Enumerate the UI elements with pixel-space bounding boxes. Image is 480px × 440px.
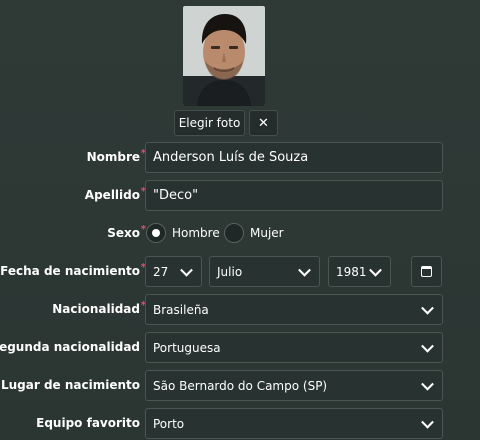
apellido-label: Apellido * — [84, 186, 146, 202]
birth-year-select[interactable]: 1981 — [328, 256, 391, 287]
sexo-hombre-label: Hombre — [172, 226, 220, 240]
lugar-select[interactable]: São Bernardo do Campo (SP) — [145, 370, 443, 401]
chevron-down-icon — [421, 377, 434, 391]
apellido-input[interactable]: "Deco" — [145, 180, 443, 211]
segunda-nacionalidad-value: Portuguesa — [153, 340, 221, 355]
segunda-nacionalidad-label: Segunda nacionalidad — [0, 340, 140, 354]
chevron-down-icon — [421, 339, 434, 353]
chevron-down-icon — [298, 263, 311, 277]
chevron-down-icon — [180, 263, 193, 277]
birth-month-value: Julio — [217, 264, 243, 279]
lugar-value: São Bernardo do Campo (SP) — [153, 378, 328, 393]
chevron-down-icon — [369, 263, 382, 277]
nacionalidad-label: Nacionalidad * — [52, 300, 146, 316]
lugar-label: Lugar de nacimiento — [0, 378, 140, 392]
segunda-nacionalidad-select[interactable]: Portuguesa — [145, 332, 443, 363]
fecha-label: Fecha de nacimiento * — [0, 262, 146, 278]
birth-day-value: 27 — [153, 264, 169, 279]
sexo-mujer-radio[interactable] — [224, 223, 244, 243]
sexo-mujer-label: Mujer — [250, 226, 284, 240]
sexo-hombre-radio[interactable] — [146, 223, 166, 243]
calendar-icon — [421, 266, 432, 277]
chevron-down-icon — [421, 415, 434, 429]
equipo-select[interactable]: Porto — [145, 408, 443, 439]
birth-year-value: 1981 — [336, 264, 367, 279]
sexo-label: Sexo * — [107, 224, 146, 240]
calendar-button[interactable] — [411, 256, 442, 287]
chevron-down-icon — [421, 301, 434, 315]
nacionalidad-select[interactable]: Brasileña — [145, 294, 443, 325]
remove-photo-button[interactable]: ✕ — [249, 110, 278, 136]
nacionalidad-value: Brasileña — [153, 302, 209, 317]
equipo-value: Porto — [153, 416, 185, 431]
birth-month-select[interactable]: Julio — [209, 256, 320, 287]
choose-photo-button[interactable]: Elegir foto — [174, 110, 245, 136]
birth-day-select[interactable]: 27 — [145, 256, 202, 287]
close-icon: ✕ — [258, 115, 269, 131]
equipo-label: Equipo favorito — [36, 416, 140, 430]
player-photo — [183, 6, 265, 106]
nombre-input[interactable]: Anderson Luís de Souza — [145, 142, 443, 173]
nombre-label: Nombre * — [86, 148, 146, 164]
